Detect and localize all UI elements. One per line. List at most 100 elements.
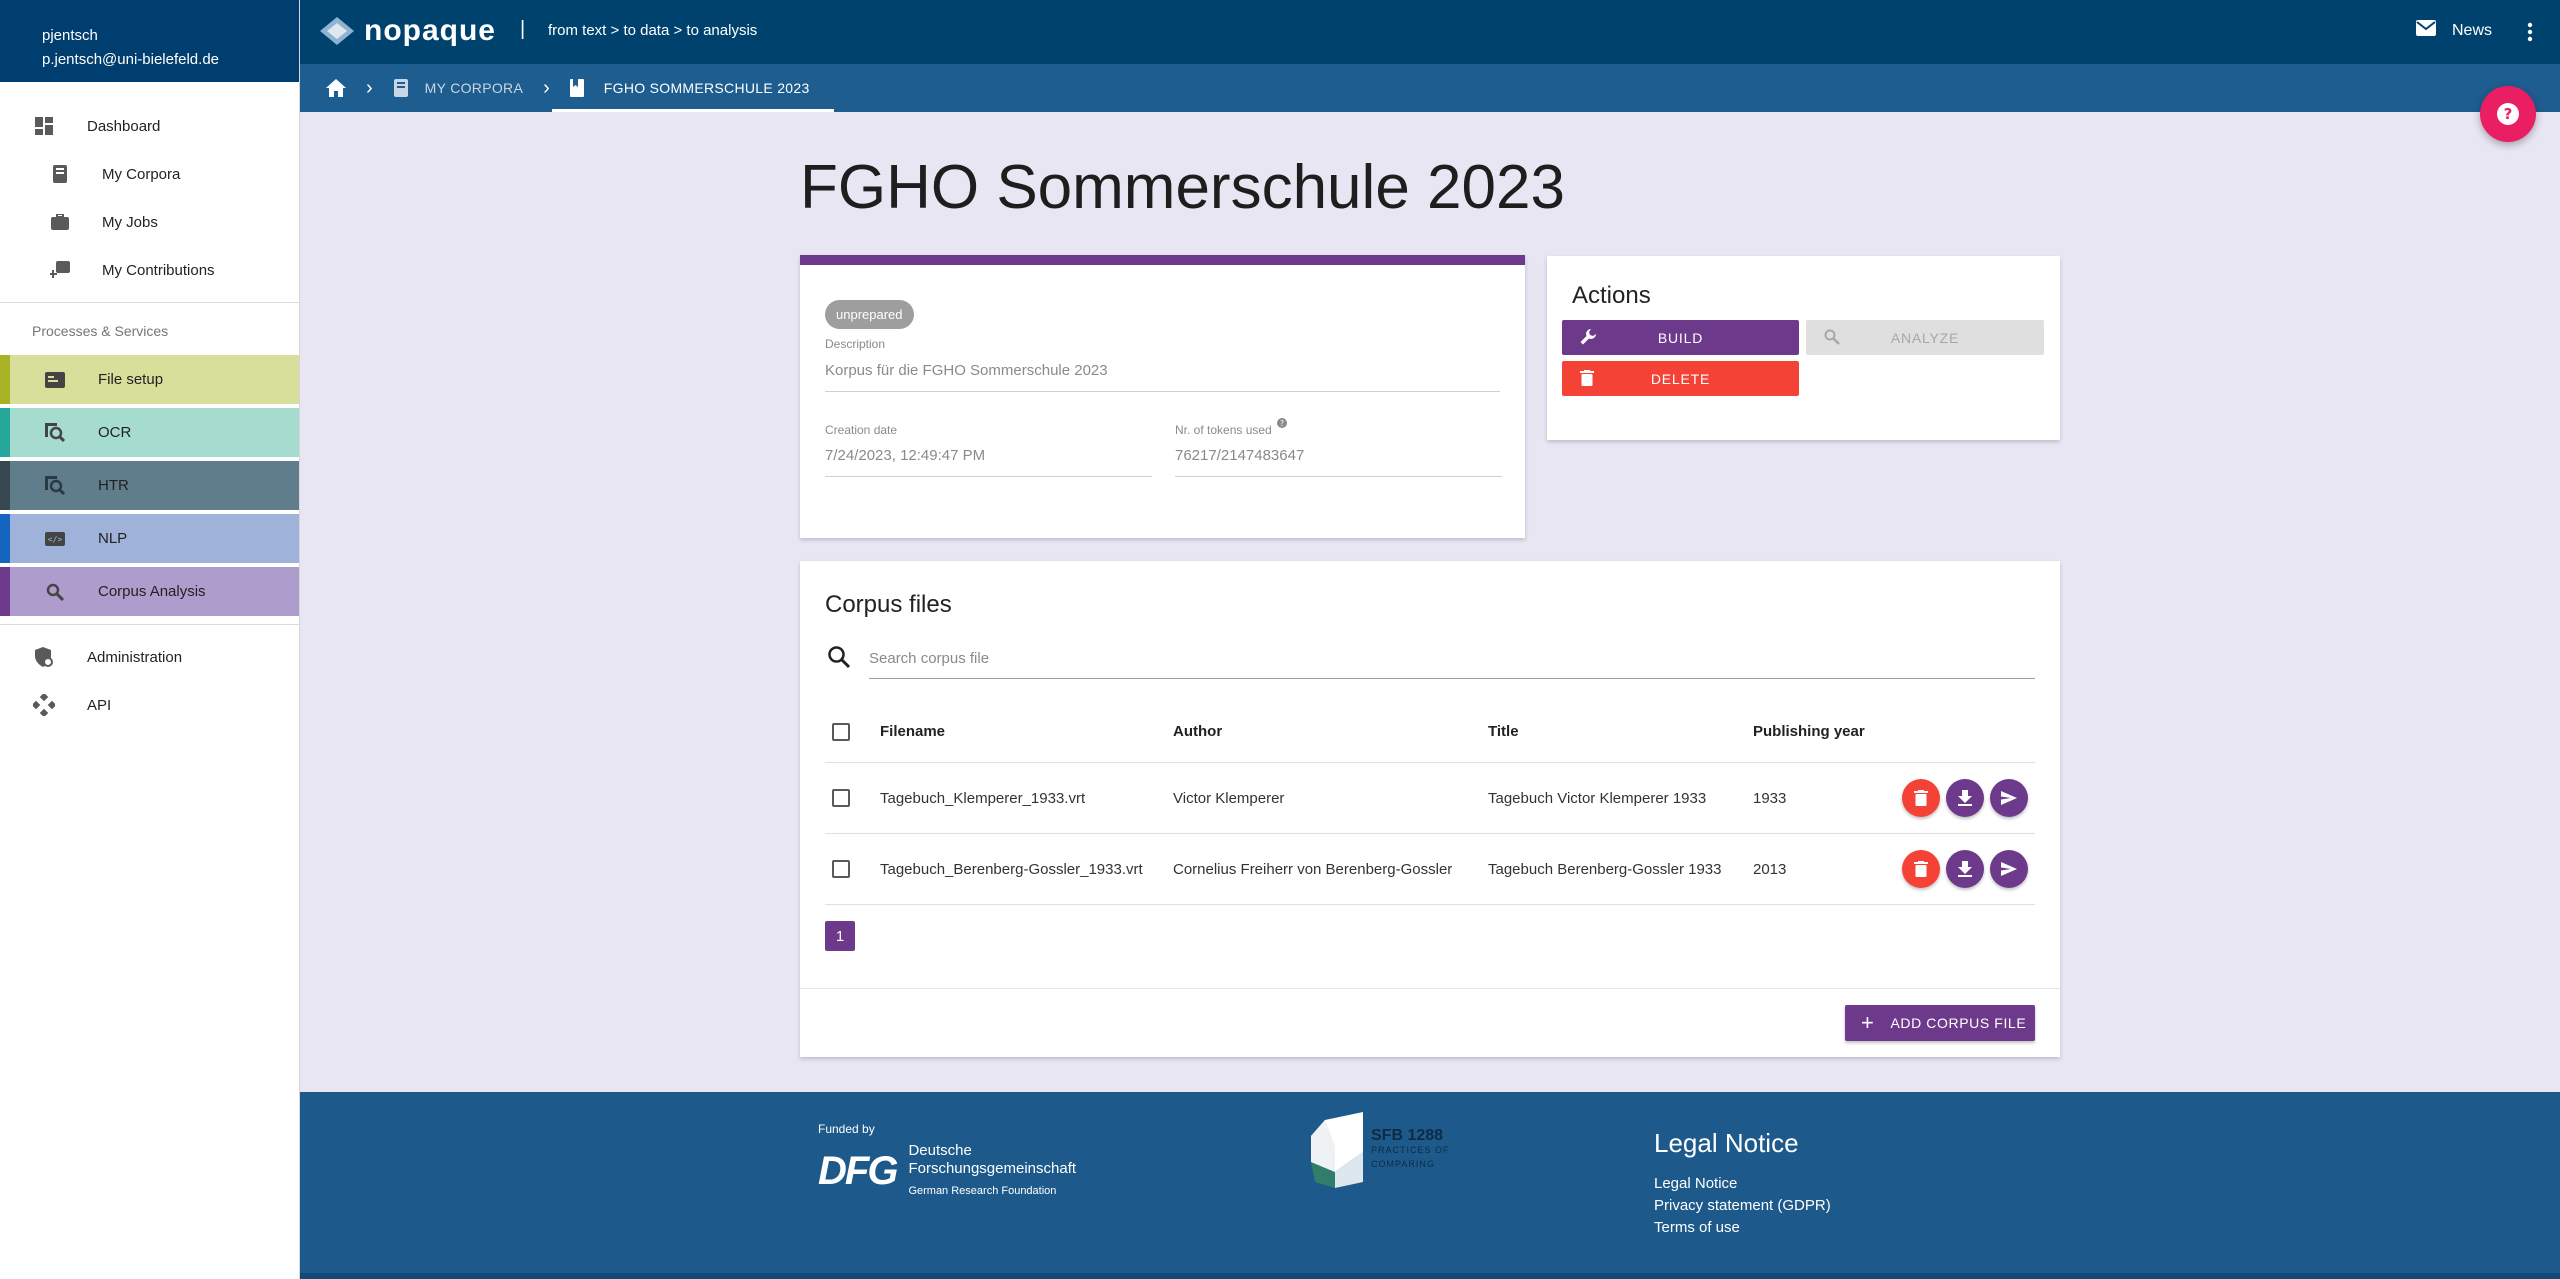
legal-notice-title: Legal Notice bbox=[1654, 1128, 1799, 1158]
service-color-bar bbox=[0, 408, 10, 457]
help-icon[interactable]: ? bbox=[1277, 418, 1288, 428]
download-file-button[interactable] bbox=[1946, 779, 1984, 817]
open-file-button[interactable] bbox=[1990, 850, 2028, 888]
actions-card: Actions Build Analyze Delete bbox=[1547, 256, 2060, 440]
send-icon bbox=[2001, 862, 2017, 876]
table-row[interactable]: Tagebuch_Klemperer_1933.vrt Victor Klemp… bbox=[825, 763, 2035, 834]
table-row[interactable]: Tagebuch_Berenberg-Gossler_1933.vrt Corn… bbox=[825, 834, 2035, 905]
service-label: Corpus Analysis bbox=[98, 583, 206, 600]
sidebar-item-label: My Jobs bbox=[102, 213, 158, 231]
sfb-title: SFB 1288 bbox=[1371, 1127, 1444, 1144]
search-icon bbox=[827, 645, 851, 674]
delete-file-button[interactable] bbox=[1902, 850, 1940, 888]
mail-icon bbox=[2415, 20, 2436, 41]
breadcrumb-label: FGHO Sommerschule 2023 bbox=[603, 80, 810, 96]
column-header-title[interactable]: Title bbox=[1488, 701, 1519, 762]
cell-year: 2013 bbox=[1753, 860, 1787, 878]
service-htr[interactable]: HTR bbox=[0, 461, 299, 510]
description-field: Korpus für die FGHO Sommerschule 2023 bbox=[825, 362, 1500, 392]
analyze-label: Analyze bbox=[1890, 329, 1960, 346]
add-corpus-file-label: Add corpus file bbox=[1890, 1015, 2027, 1031]
svg-text:?: ? bbox=[2504, 105, 2513, 123]
sfb-sub1: PRACTICES OF bbox=[1371, 1145, 1450, 1155]
cell-author: Victor Klemperer bbox=[1173, 789, 1285, 807]
delete-file-button[interactable] bbox=[1902, 779, 1940, 817]
sidebar-item-my-corpora[interactable]: My Corpora bbox=[0, 150, 299, 198]
funded-by-label: Funded by bbox=[818, 1122, 875, 1136]
nopaque-logo[interactable]: nopaque bbox=[318, 14, 496, 48]
api-icon bbox=[33, 694, 55, 716]
tokens-field: 76217/2147483647 bbox=[1175, 447, 1502, 477]
logo-mark-icon bbox=[320, 17, 354, 45]
wrench-icon bbox=[1580, 329, 1596, 345]
row-checkbox[interactable] bbox=[832, 860, 850, 878]
cell-filename: Tagebuch_Klemperer_1933.vrt bbox=[880, 789, 1086, 807]
sfb-cube-icon bbox=[1311, 1112, 1363, 1188]
legal-notice-link[interactable]: Legal Notice bbox=[1654, 1173, 1831, 1195]
home-icon bbox=[326, 79, 346, 97]
build-button[interactable]: Build bbox=[1562, 320, 1799, 355]
open-file-button[interactable] bbox=[1990, 779, 2028, 817]
terms-of-use-link[interactable]: Terms of use bbox=[1654, 1217, 1831, 1239]
send-icon bbox=[2001, 791, 2017, 805]
help-button[interactable]: ? bbox=[2480, 86, 2536, 142]
sidebar-item-label: My Corpora bbox=[102, 165, 181, 183]
user-name: pjentsch bbox=[42, 27, 98, 44]
service-label: File setup bbox=[98, 371, 164, 388]
sidebar-item-my-jobs[interactable]: My Jobs bbox=[0, 198, 299, 246]
news-link[interactable]: News bbox=[2415, 20, 2492, 41]
svg-text:?: ? bbox=[1280, 419, 1284, 428]
analyze-button[interactable]: Analyze bbox=[1806, 320, 2044, 355]
dfg-logo[interactable]: Funded by DFG Deutsche Forschungsgemeins… bbox=[818, 1122, 1076, 1200]
corpora-icon bbox=[393, 79, 408, 97]
actions-title: Actions bbox=[1572, 282, 1651, 309]
privacy-statement-link[interactable]: Privacy statement (GDPR) bbox=[1654, 1195, 1831, 1217]
breadcrumb-home[interactable] bbox=[300, 64, 346, 112]
cell-author: Cornelius Freiherr von Berenberg-Gossler bbox=[1173, 860, 1453, 878]
page-title: FGHO Sommerschule 2023 bbox=[800, 153, 1565, 222]
more-vert-icon[interactable] bbox=[2518, 18, 2542, 46]
service-file-setup[interactable]: File setup bbox=[0, 355, 299, 404]
sidebar-item-label: Administration bbox=[87, 648, 183, 666]
service-nlp[interactable]: </> NLP bbox=[0, 514, 299, 563]
pagination-page-1[interactable]: 1 bbox=[825, 921, 855, 951]
column-header-publishing-year[interactable]: Publishing year bbox=[1753, 701, 1865, 762]
sidebar-item-dashboard[interactable]: Dashboard bbox=[0, 102, 299, 150]
trash-icon bbox=[1914, 861, 1928, 877]
book-icon bbox=[569, 79, 584, 97]
corpus-files-card: Corpus files Filename Author Title Publi… bbox=[800, 561, 2060, 1057]
sidebar-item-api[interactable]: API bbox=[0, 681, 299, 729]
creation-date-field: 7/24/2023, 12:49:47 PM bbox=[825, 447, 1152, 477]
dfg-en: German Research Foundation bbox=[908, 1185, 1057, 1197]
service-label: HTR bbox=[98, 477, 129, 494]
breadcrumb-my-corpora[interactable]: My Corpora bbox=[393, 64, 523, 112]
column-header-author[interactable]: Author bbox=[1173, 701, 1222, 762]
breadcrumb-current[interactable]: FGHO Sommerschule 2023 bbox=[551, 64, 834, 112]
tagline-separator: | bbox=[520, 18, 526, 40]
corpus-files-table: Filename Author Title Publishing year Ta… bbox=[825, 701, 2035, 905]
footer-bottom-bar bbox=[300, 1273, 2560, 1279]
row-checkbox[interactable] bbox=[832, 789, 850, 807]
trash-icon bbox=[1914, 790, 1928, 806]
column-header-filename[interactable]: Filename bbox=[880, 701, 945, 762]
sidebar-item-label: API bbox=[87, 696, 112, 714]
sidebar-item-administration[interactable]: Administration bbox=[0, 633, 299, 681]
service-color-bar bbox=[0, 567, 10, 616]
download-file-button[interactable] bbox=[1946, 850, 1984, 888]
sfb-logo[interactable]: SFB 1288 PRACTICES OF COMPARING bbox=[1305, 1112, 1450, 1188]
breadcrumb: › My Corpora › FGHO Sommerschule 2023 bbox=[300, 64, 2560, 112]
nlp-icon: </> bbox=[44, 528, 66, 550]
user-block[interactable]: pjentsch p.jentsch@uni-bielefeld.de bbox=[0, 0, 299, 82]
ocr-icon bbox=[44, 422, 66, 444]
search-input[interactable] bbox=[869, 639, 2035, 679]
select-all-checkbox[interactable] bbox=[832, 722, 850, 741]
sidebar-divider bbox=[0, 624, 299, 625]
delete-button[interactable]: Delete bbox=[1562, 361, 1799, 396]
service-ocr[interactable]: OCR bbox=[0, 408, 299, 457]
sidebar-item-my-contributions[interactable]: My Contributions bbox=[0, 246, 299, 294]
dfg-line1: Deutsche bbox=[908, 1142, 972, 1159]
contributions-icon bbox=[49, 259, 71, 281]
cell-title: Tagebuch Berenberg-Gossler 1933 bbox=[1488, 860, 1722, 878]
service-corpus-analysis[interactable]: Corpus Analysis bbox=[0, 567, 299, 616]
add-corpus-file-button[interactable]: + Add corpus file bbox=[1845, 1005, 2035, 1041]
